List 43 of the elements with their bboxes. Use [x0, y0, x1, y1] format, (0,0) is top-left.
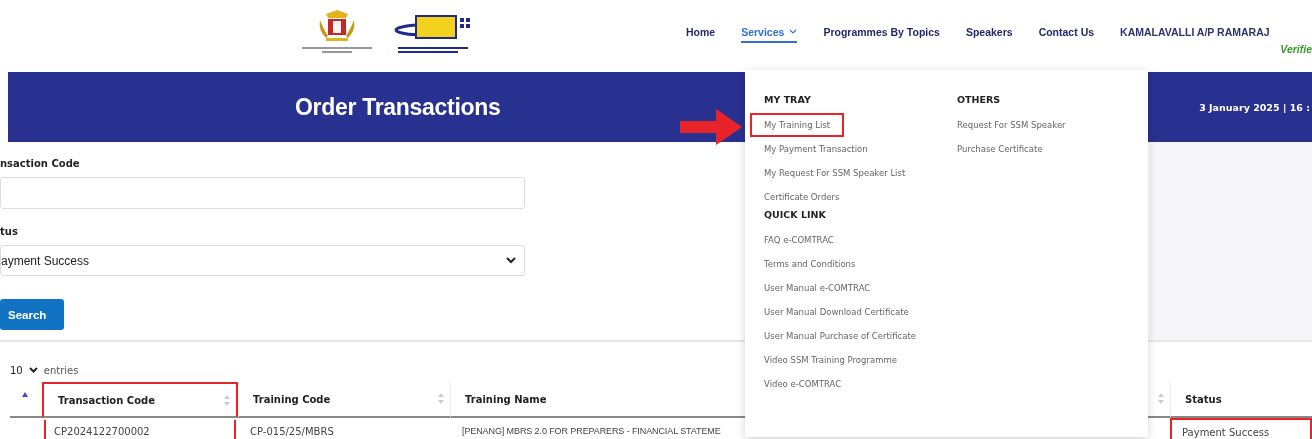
column-header[interactable]: Status: [1170, 382, 1312, 418]
menu-item[interactable]: My Training List: [750, 113, 845, 137]
field-label: tus: [0, 226, 18, 237]
menu-item[interactable]: Request For SSM Speaker: [943, 113, 1080, 137]
status-select[interactable]: ayment Success: [0, 245, 525, 276]
menu-item[interactable]: My Payment Transaction: [750, 137, 882, 161]
arrow-right-icon: [680, 109, 742, 145]
menu-heading: MY TRAY: [763, 94, 812, 107]
transaction-code-field[interactable]: [0, 177, 525, 209]
menu-item[interactable]: My Request For SSM Speaker List: [750, 161, 920, 185]
nav-link[interactable]: Speakers: [965, 26, 1013, 43]
menu-heading: OTHERS: [956, 94, 1002, 107]
menu-item[interactable]: Purchase Certificate: [943, 137, 1057, 161]
column-header[interactable]: Training Code: [238, 382, 450, 418]
column-header[interactable]: Transaction Code: [42, 382, 238, 418]
menu-item[interactable]: User Manual e-COMTRAC: [750, 276, 885, 300]
user-name[interactable]: KAMALAVALLI A/P RAMARAJ: [1120, 26, 1312, 38]
menu-heading: QUICK LINK: [763, 209, 827, 222]
entries-label: entries: [43, 364, 79, 376]
nav-link[interactable]: Home: [686, 26, 716, 43]
chevron-down-icon: [28, 367, 38, 373]
menu-item[interactable]: Certificate Orders: [750, 185, 854, 209]
nav-link[interactable]: Contact Us: [1038, 26, 1095, 43]
nav-link[interactable]: Programmes By Topics: [823, 26, 940, 43]
table-cell: CP2024122700002: [42, 418, 238, 439]
date-time: 3 January 2025 | 16 :: [1199, 101, 1310, 113]
menu-item[interactable]: User Manual Download Certificate: [750, 300, 923, 324]
menu-item[interactable]: Video SSM Training Programme: [750, 348, 911, 372]
table-cell-text: CP-015/25/MBRS: [249, 424, 335, 439]
chevron-down-icon: [506, 257, 516, 264]
menu-item[interactable]: User Manual Purchase of Certificate: [750, 324, 930, 348]
menu-item[interactable]: FAQ e-COMTRAC: [750, 228, 848, 252]
status-cell: Payment Success: [1170, 418, 1312, 439]
verified-status: Verifie: [1280, 43, 1312, 55]
table-cell-text: [PENANG] MBRS 2.0 FOR PREPARERS - FINANCIAL STATEME: [461, 425, 722, 438]
page-size-select[interactable]: 10: [10, 364, 38, 376]
nav-link[interactable]: Services: [741, 26, 798, 43]
search-button[interactable]: Search: [0, 299, 64, 330]
menu-item[interactable]: Terms and Conditions: [750, 252, 870, 276]
chevron-down-icon: [789, 29, 798, 35]
field-label: nsaction Code: [0, 158, 80, 169]
page-title: Order Transactions: [295, 93, 501, 121]
menu-item[interactable]: Video e-COMTRAC: [750, 372, 856, 396]
